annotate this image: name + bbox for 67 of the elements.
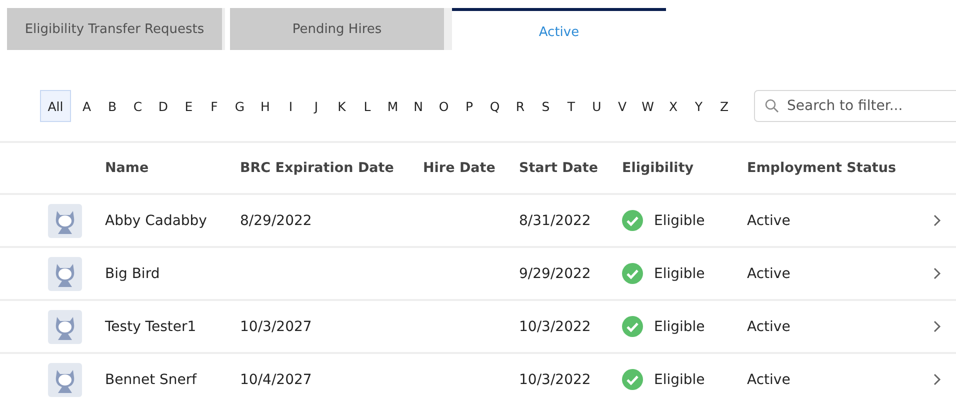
letter-filter[interactable]: A [74,90,100,122]
letter-filter[interactable]: U [584,90,610,122]
table-cell-text: 8/31/2022 [519,212,592,228]
chevron-right-icon[interactable] [933,214,941,227]
chevron-right-icon[interactable] [933,373,941,386]
letter-filter[interactable]: M [380,90,406,122]
column-header: BRC Expiration Date [240,160,395,176]
table-cell-text: 8/29/2022 [240,212,313,228]
letter-filter[interactable]: V [610,90,635,122]
letter-filter[interactable]: All [40,90,71,122]
check-circle-icon [622,316,643,337]
table-cell-text: 9/29/2022 [519,266,592,282]
letter-filter[interactable]: K [329,90,354,122]
table-cell-text: Bennet Snerf [105,372,198,388]
table-cell-text: 10/3/2022 [519,318,592,334]
check-circle-icon [622,263,643,284]
table-cell-text: 10/3/2027 [240,318,313,334]
avatar-icon [48,256,82,290]
table-cell-text: Big Bird [105,266,161,282]
letter-filter[interactable]: Y [686,90,712,122]
table-cell: Eligible [654,318,705,334]
letter-filter[interactable]: P [456,90,482,122]
letter-filter[interactable]: Q [482,90,508,122]
letter-filter[interactable]: I [278,90,304,122]
column-header: Name [105,160,150,176]
letter-filter[interactable]: R [508,90,533,122]
letter-filter[interactable]: S [533,90,558,122]
table-cell: Eligible [654,212,705,228]
letter-filter[interactable]: F [202,90,227,122]
letter-filter[interactable]: W [635,90,660,122]
chevron-right-icon[interactable] [933,267,941,280]
letter-filter[interactable]: E [176,90,202,122]
column-header: Eligibility [622,160,695,176]
avatar-icon [48,310,82,344]
check-circle-icon [622,210,643,231]
tab[interactable]: Eligibility Transfer Requests [7,8,222,50]
letter-filter[interactable]: G [227,90,252,122]
table-cell-text: Abby Cadabby [105,212,208,228]
table-cell-text: Active [747,266,792,282]
letter-filter[interactable]: J [304,90,329,122]
check-circle-icon [622,369,643,390]
letter-filter[interactable]: C [125,90,150,122]
letter-filter[interactable]: D [150,90,176,122]
table-cell-text: Active [747,372,792,388]
column-header: Employment Status [747,160,898,176]
avatar-icon [48,204,82,238]
avatar-icon [48,362,82,396]
letter-filter[interactable]: X [660,90,686,122]
table-cell-text: 10/4/2027 [240,372,313,388]
tab[interactable]: Pending Hires [230,8,444,50]
table-cell: Eligible [654,266,705,282]
letter-filter[interactable]: T [558,90,584,122]
letter-filter[interactable]: N [406,90,431,122]
column-header: Start Date [519,160,600,176]
chevron-right-icon[interactable] [933,320,941,333]
column-header: Hire Date [423,160,496,176]
letter-filter[interactable]: H [252,90,278,122]
letter-filter[interactable]: O [431,90,456,122]
letter-filter[interactable]: B [100,90,125,122]
table-cell-text: Testy Tester1 [105,318,198,334]
table-cell: Eligible [654,372,705,388]
table-cell-text: Active [747,212,792,228]
letter-filter[interactable]: Z [712,90,737,122]
table-cell-text: Active [747,318,792,334]
search-field[interactable]: Search to filter... [754,90,956,122]
letter-filter[interactable]: L [354,90,380,122]
table-cell-text: 10/3/2022 [519,372,592,388]
